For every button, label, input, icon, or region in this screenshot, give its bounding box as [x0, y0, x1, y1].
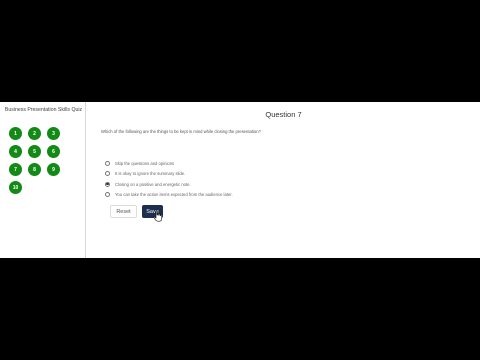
question-button-9[interactable]: 9: [47, 163, 60, 176]
quiz-screen: Business Presentation Skills Quiz 1 2 3 …: [0, 102, 480, 258]
question-button-10[interactable]: 10: [9, 181, 22, 194]
answer-option-3[interactable]: Closing on a positive and energetic note…: [105, 179, 233, 190]
answer-option-label: You can take the action items expected f…: [115, 192, 233, 198]
question-button-1[interactable]: 1: [9, 127, 22, 140]
question-button-6[interactable]: 6: [47, 145, 60, 158]
question-panel: Question 7 Which of the following are th…: [87, 102, 480, 258]
question-button-4[interactable]: 4: [9, 145, 22, 158]
radio-button-selected[interactable]: [105, 181, 110, 187]
question-button-5[interactable]: 5: [28, 145, 41, 158]
answer-option-2[interactable]: It is okay to ignore the summary slide.: [105, 169, 233, 180]
radio-button[interactable]: [105, 192, 110, 198]
answer-options: Skip the questions and opinions It is ok…: [105, 158, 233, 200]
question-button-7[interactable]: 7: [9, 163, 22, 176]
hand-cursor-icon: [153, 210, 162, 222]
question-text: Which of the following are the things to…: [101, 129, 261, 134]
sidebar: Business Presentation Skills Quiz 1 2 3 …: [0, 102, 86, 258]
question-navigator: 1 2 3 4 5 6 7 8 9 10: [9, 127, 60, 194]
answer-option-4[interactable]: You can take the action items expected f…: [105, 190, 233, 201]
answer-option-label: Closing on a positive and energetic note…: [115, 181, 191, 187]
question-button-3[interactable]: 3: [47, 127, 60, 140]
question-button-8[interactable]: 8: [28, 163, 41, 176]
answer-option-label: It is okay to ignore the summary slide.: [115, 171, 186, 177]
radio-button[interactable]: [105, 171, 110, 177]
reset-button[interactable]: Reset: [110, 205, 137, 218]
question-button-2[interactable]: 2: [28, 127, 41, 140]
question-title: Question 7: [265, 110, 302, 119]
quiz-title: Business Presentation Skills Quiz: [4, 107, 83, 113]
answer-option-label: Skip the questions and opinions: [115, 160, 175, 166]
answer-option-1[interactable]: Skip the questions and opinions: [105, 158, 233, 169]
radio-button[interactable]: [105, 160, 110, 166]
